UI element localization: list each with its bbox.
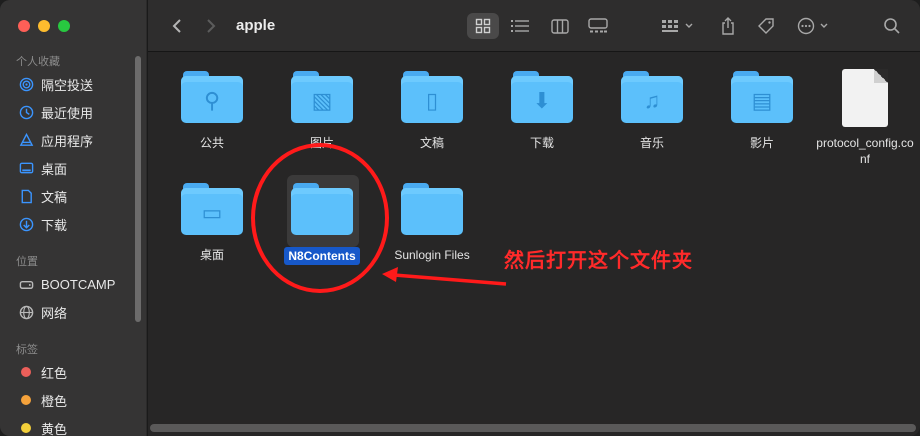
folder-icon: ⚲ <box>181 71 243 123</box>
sidebar-locations: 位置 BOOTCAMP 网络 <box>0 254 146 326</box>
sidebar-item-bootcamp[interactable]: BOOTCAMP <box>0 270 146 298</box>
sidebar-item-label: BOOTCAMP <box>41 276 116 292</box>
back-button[interactable] <box>166 13 188 39</box>
ellipsis-icon <box>797 17 828 35</box>
file-name: 音乐 <box>639 136 664 150</box>
sidebar-item-downloads[interactable]: 下载 <box>0 210 146 238</box>
chevron-right-icon <box>207 19 216 33</box>
sidebar-scrollbar[interactable] <box>135 56 141 322</box>
download-icon <box>18 216 34 232</box>
sidebar-favorites: 个人收藏 隔空投送 最近使用 应用程序 桌面 文稿 下载 <box>0 54 146 238</box>
tag-dot-icon <box>18 364 34 380</box>
folder-item-documents[interactable]: ▯ 文稿 <box>377 71 487 151</box>
applications-icon <box>18 132 34 148</box>
folder-icon: ▯ <box>401 71 463 123</box>
network-icon <box>18 304 34 320</box>
sidebar-item-label: 应用程序 <box>41 133 94 149</box>
gallery-view-icon <box>588 18 608 33</box>
sidebar-item-label: 网络 <box>41 305 68 321</box>
folder-icon: ▭ <box>181 183 243 235</box>
close-button[interactable] <box>18 20 30 32</box>
clock-icon <box>18 104 34 120</box>
sidebar-item-label: 下载 <box>41 217 68 233</box>
sidebar-item-label: 红色 <box>41 365 68 381</box>
minimize-button[interactable] <box>38 20 50 32</box>
sidebar-item-label: 最近使用 <box>41 105 94 121</box>
airdrop-icon <box>18 76 34 92</box>
folder-item-movies[interactable]: ▤ 影片 <box>707 71 817 151</box>
forward-button[interactable] <box>200 13 222 39</box>
tag-icon <box>758 18 774 34</box>
sidebar-item-label: 隔空投送 <box>41 77 94 93</box>
folder-item-public[interactable]: ⚲ 公共 <box>157 71 267 151</box>
folder-icon: ♫ <box>621 71 683 123</box>
sidebar-item-label: 橙色 <box>41 393 68 409</box>
folder-item-sunlogin-files[interactable]: Sunlogin Files <box>377 183 487 263</box>
sidebar-item-label: 黄色 <box>41 421 68 436</box>
column-view-icon <box>551 18 569 34</box>
annotation-circle <box>251 143 389 293</box>
file-name: Sunlogin Files <box>394 248 470 262</box>
folder-item-downloads[interactable]: ⬇ 下载 <box>487 71 597 151</box>
search-icon <box>884 18 900 34</box>
sidebar-item-documents[interactable]: 文稿 <box>0 182 146 210</box>
search-button[interactable] <box>880 13 904 39</box>
sidebar-item-airdrop[interactable]: 隔空投送 <box>0 70 146 98</box>
sidebar-heading-favorites: 个人收藏 <box>16 56 60 68</box>
sidebar-item-recents[interactable]: 最近使用 <box>0 98 146 126</box>
document-icon <box>18 188 34 204</box>
annotation-arrow <box>382 267 507 286</box>
share-button[interactable] <box>716 13 740 39</box>
desktop-icon <box>18 160 34 176</box>
group-button[interactable] <box>658 13 702 39</box>
annotation-text: 然后打开这个文件夹 <box>504 250 693 272</box>
tag-dot-icon <box>18 420 34 436</box>
list-view-icon <box>511 20 529 32</box>
sidebar-item-tag-orange[interactable]: 橙色 <box>0 386 146 414</box>
folder-item-music[interactable]: ♫ 音乐 <box>597 71 707 151</box>
sidebar-tags: 标签 红色 橙色 黄色 <box>0 342 146 436</box>
document-file-icon <box>842 69 888 127</box>
share-icon <box>722 17 734 35</box>
folder-icon: ⬇ <box>511 71 573 123</box>
sidebar-item-label: 文稿 <box>41 189 68 205</box>
sidebar-item-label: 桌面 <box>41 161 68 177</box>
sidebar-item-applications[interactable]: 应用程序 <box>0 126 146 154</box>
folder-icon <box>401 183 463 235</box>
finder-window: 个人收藏 隔空投送 最近使用 应用程序 桌面 文稿 下载 位置 BOOTCAMP… <box>0 0 920 436</box>
list-view-button[interactable] <box>506 13 534 39</box>
sidebar-heading-tags: 标签 <box>16 344 38 356</box>
file-name: 文稿 <box>419 136 444 150</box>
sidebar-item-desktop[interactable]: 桌面 <box>0 154 146 182</box>
sidebar-item-tag-red[interactable]: 红色 <box>0 358 146 386</box>
window-title: apple <box>236 17 276 34</box>
sidebar-heading-locations: 位置 <box>16 256 38 268</box>
drive-icon <box>18 276 34 292</box>
tag-dot-icon <box>18 392 34 408</box>
grid-view-icon <box>475 18 491 34</box>
tag-button[interactable] <box>753 13 779 39</box>
folder-icon: ▤ <box>731 71 793 123</box>
zoom-button[interactable] <box>58 20 70 32</box>
more-actions-button[interactable] <box>796 13 836 39</box>
window-controls <box>18 20 70 32</box>
file-name: protocol_config.conf <box>816 136 914 166</box>
column-view-button[interactable] <box>546 13 574 39</box>
folder-item-pictures[interactable]: ▧ 图片 <box>267 71 377 151</box>
chevron-left-icon <box>172 19 181 33</box>
file-name: 影片 <box>749 136 774 150</box>
sidebar-item-tag-yellow[interactable]: 黄色 <box>0 414 146 436</box>
file-name: 公共 <box>199 136 224 150</box>
icon-view-button[interactable] <box>467 13 499 39</box>
horizontal-scrollbar[interactable] <box>150 424 916 432</box>
file-name: 桌面 <box>199 248 224 262</box>
toolbar: apple <box>148 0 920 52</box>
group-icon <box>662 20 693 32</box>
gallery-view-button[interactable] <box>584 13 612 39</box>
sidebar: 个人收藏 隔空投送 最近使用 应用程序 桌面 文稿 下载 位置 BOOTCAMP… <box>0 0 146 436</box>
file-name: 下载 <box>529 136 554 150</box>
folder-icon: ▧ <box>291 71 353 123</box>
file-item-protocol-config[interactable]: protocol_config.conf <box>812 69 918 167</box>
sidebar-item-network[interactable]: 网络 <box>0 298 146 326</box>
